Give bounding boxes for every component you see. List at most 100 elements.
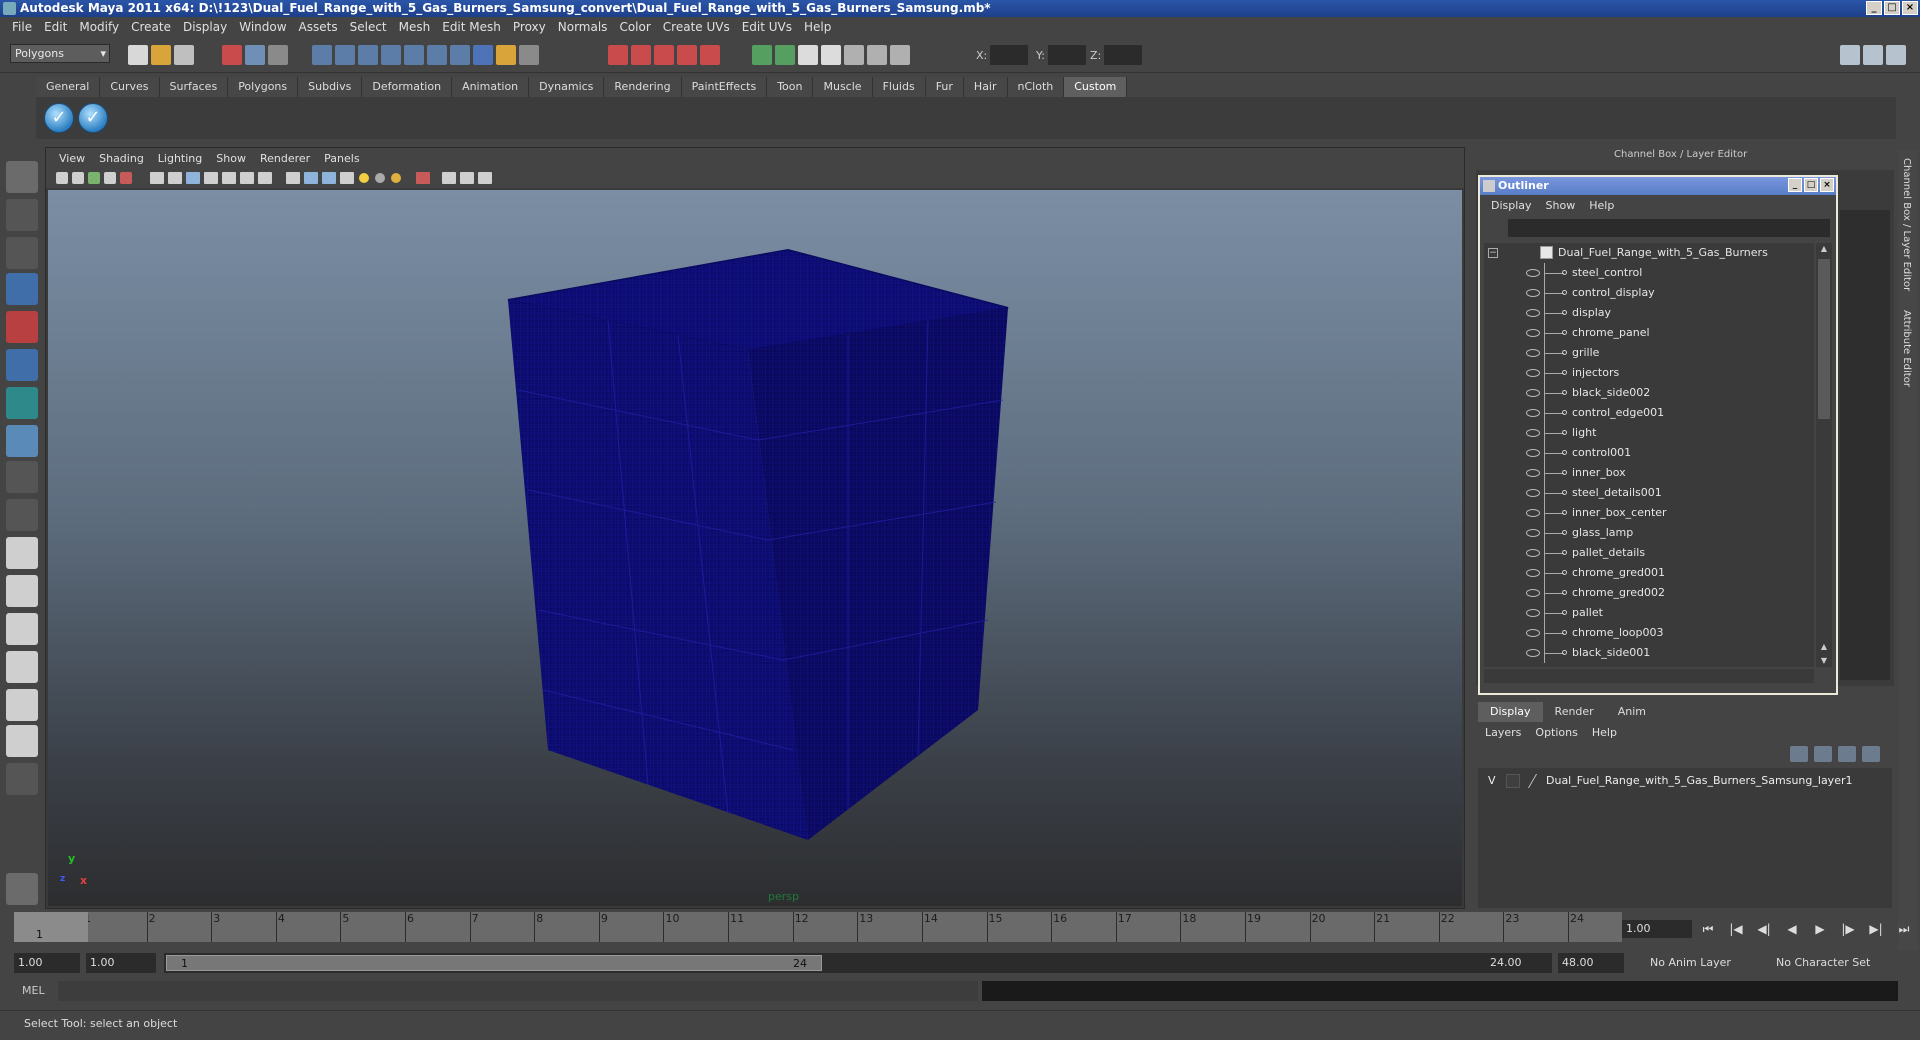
outliner-item[interactable]: inner_box bbox=[1484, 463, 1814, 483]
toggle-panel-icon[interactable] bbox=[798, 45, 818, 65]
shelf-tab-custom[interactable]: Custom bbox=[1064, 77, 1128, 97]
shelf-tab-subdivs[interactable]: Subdivs bbox=[298, 77, 363, 97]
outliner-menu-show[interactable]: Show bbox=[1539, 199, 1583, 212]
outliner-item[interactable]: chrome_gred001 bbox=[1484, 563, 1814, 583]
lasso-tool-icon[interactable] bbox=[6, 199, 38, 231]
play-backward-icon[interactable]: ◀ bbox=[1780, 920, 1804, 938]
menu-set-dropdown[interactable]: Polygons bbox=[10, 44, 110, 63]
layer-menu-options[interactable]: Options bbox=[1528, 726, 1584, 739]
menu-color[interactable]: Color bbox=[613, 20, 656, 34]
scroll-up-icon[interactable]: ▲ bbox=[1818, 641, 1830, 653]
menu-window[interactable]: Window bbox=[233, 20, 292, 34]
show-tool-settings-icon[interactable] bbox=[1863, 45, 1883, 65]
layer-tab-display[interactable]: Display bbox=[1478, 702, 1543, 722]
select-hierarchy-icon[interactable] bbox=[222, 45, 242, 65]
toggle-layer-icon[interactable] bbox=[890, 45, 910, 65]
coord-z-input[interactable] bbox=[1104, 45, 1143, 65]
step-forward-frame-icon[interactable]: |▶ bbox=[1836, 920, 1860, 938]
scale-tool-icon[interactable] bbox=[6, 349, 38, 381]
outliner-item[interactable]: chrome_panel bbox=[1484, 323, 1814, 343]
collapse-icon[interactable]: − bbox=[1488, 248, 1498, 258]
make-live-icon[interactable] bbox=[404, 45, 424, 65]
layer-menu-layers[interactable]: Layers bbox=[1478, 726, 1528, 739]
shelf-tab-ncloth[interactable]: nCloth bbox=[1007, 77, 1065, 97]
toggle-transform-icon[interactable] bbox=[775, 45, 795, 65]
render-current-icon[interactable] bbox=[631, 45, 651, 65]
open-scene-icon[interactable] bbox=[151, 45, 171, 65]
range-slider[interactable]: 1 24 bbox=[164, 953, 1486, 973]
step-forward-key-icon[interactable]: ▶| bbox=[1864, 920, 1888, 938]
menu-normals[interactable]: Normals bbox=[552, 20, 614, 34]
end-time-field[interactable]: 48.00 bbox=[1558, 953, 1624, 973]
outliner-item[interactable]: pallet bbox=[1484, 603, 1814, 623]
current-frame-marker[interactable] bbox=[14, 912, 88, 942]
outliner-vertical-scrollbar[interactable]: ▲ ▲ ▼ bbox=[1816, 243, 1832, 667]
outliner-menu-display[interactable]: Display bbox=[1484, 199, 1539, 212]
close-button[interactable]: × bbox=[1902, 1, 1918, 15]
shelf-tab-dynamics[interactable]: Dynamics bbox=[529, 77, 605, 97]
viewport-toolbar-icons[interactable] bbox=[46, 168, 606, 188]
four-view-layout-icon[interactable] bbox=[6, 575, 38, 607]
rotate-tool-icon[interactable] bbox=[6, 311, 38, 343]
outliner-filter-input[interactable] bbox=[1508, 219, 1830, 237]
move-layer-down-icon[interactable] bbox=[1814, 746, 1832, 762]
checkmark-shelf-icon-2[interactable]: ✓ bbox=[78, 103, 108, 133]
coord-y-input[interactable] bbox=[1047, 45, 1086, 65]
vtab-attribute-editor[interactable]: Attribute Editor bbox=[1901, 310, 1912, 387]
outliner-horizontal-scrollbar[interactable] bbox=[1484, 669, 1814, 683]
go-to-start-icon[interactable]: ⏮ bbox=[1696, 920, 1720, 938]
persp-outliner-layout-icon[interactable] bbox=[6, 613, 38, 645]
toggle-sidebar-icon[interactable] bbox=[821, 45, 841, 65]
persp-hypershade-layout-icon[interactable] bbox=[6, 689, 38, 721]
layer-tab-render[interactable]: Render bbox=[1542, 702, 1606, 722]
mel-command-input[interactable] bbox=[58, 981, 978, 1001]
shelf-tab-polygons[interactable]: Polygons bbox=[228, 77, 299, 97]
move-layer-up-icon[interactable] bbox=[1790, 746, 1808, 762]
menu-mesh[interactable]: Mesh bbox=[393, 20, 437, 34]
outliner-menu-help[interactable]: Help bbox=[1582, 199, 1621, 212]
menu-help[interactable]: Help bbox=[798, 20, 837, 34]
menu-select[interactable]: Select bbox=[344, 20, 393, 34]
toggle-layout-icon[interactable] bbox=[844, 45, 864, 65]
vtab-channel-box[interactable]: Channel Box / Layer Editor bbox=[1901, 158, 1912, 291]
shelf-tab-fur[interactable]: Fur bbox=[925, 77, 964, 97]
layer-name[interactable]: Dual_Fuel_Range_with_5_Gas_Burners_Samsu… bbox=[1546, 772, 1853, 790]
viewport-menu-show[interactable]: Show bbox=[209, 152, 253, 165]
outliner-graph-layout-icon[interactable] bbox=[6, 725, 38, 757]
snap-point-icon[interactable] bbox=[358, 45, 378, 65]
scroll-down-icon[interactable]: ▼ bbox=[1818, 655, 1830, 667]
snap-grid-icon[interactable] bbox=[312, 45, 332, 65]
mel-label[interactable]: MEL bbox=[22, 984, 45, 997]
menu-file[interactable]: File bbox=[6, 20, 38, 34]
menu-modify[interactable]: Modify bbox=[73, 20, 125, 34]
menu-assets[interactable]: Assets bbox=[293, 20, 344, 34]
layer-tab-anim[interactable]: Anim bbox=[1605, 702, 1658, 722]
anim-layer-dropdown[interactable]: No Anim Layer bbox=[1646, 953, 1766, 973]
outliner-close-button[interactable]: × bbox=[1820, 178, 1834, 192]
universal-manipulator-icon[interactable] bbox=[6, 387, 38, 419]
outliner-tree[interactable]: − Dual_Fuel_Range_with_5_Gas_Burners ste… bbox=[1484, 243, 1814, 667]
new-layer-selected-icon[interactable] bbox=[1862, 746, 1880, 762]
scrollbar-thumb[interactable] bbox=[1818, 259, 1830, 419]
outliner-item[interactable]: pallet_details bbox=[1484, 543, 1814, 563]
persp-graph-layout-icon[interactable] bbox=[6, 651, 38, 683]
current-time-field[interactable]: 1.00 bbox=[1622, 920, 1692, 938]
pick-icon[interactable] bbox=[519, 45, 539, 65]
shelf-tab-rendering[interactable]: Rendering bbox=[604, 77, 682, 97]
menu-edit-mesh[interactable]: Edit Mesh bbox=[436, 20, 507, 34]
outliner-item[interactable]: glass_lamp bbox=[1484, 523, 1814, 543]
checkmark-shelf-icon[interactable]: ✓ bbox=[44, 103, 74, 133]
outliner-item[interactable]: black_side001 bbox=[1484, 643, 1814, 663]
outliner-item[interactable]: control_edge001 bbox=[1484, 403, 1814, 423]
script-editor-icon[interactable] bbox=[6, 873, 38, 905]
viewport-menu-shading[interactable]: Shading bbox=[92, 152, 151, 165]
show-manipulator-icon[interactable] bbox=[6, 461, 38, 493]
select-tool-icon[interactable] bbox=[6, 161, 38, 193]
menu-proxy[interactable]: Proxy bbox=[507, 20, 552, 34]
shelf-tab-animation[interactable]: Animation bbox=[452, 77, 530, 97]
play-forward-icon[interactable]: ▶ bbox=[1808, 920, 1832, 938]
render-view-icon[interactable] bbox=[608, 45, 628, 65]
outliner-item[interactable]: inner_box_center bbox=[1484, 503, 1814, 523]
outliner-root-item[interactable]: − Dual_Fuel_Range_with_5_Gas_Burners bbox=[1484, 243, 1814, 263]
step-back-frame-icon[interactable]: ◀| bbox=[1752, 920, 1776, 938]
